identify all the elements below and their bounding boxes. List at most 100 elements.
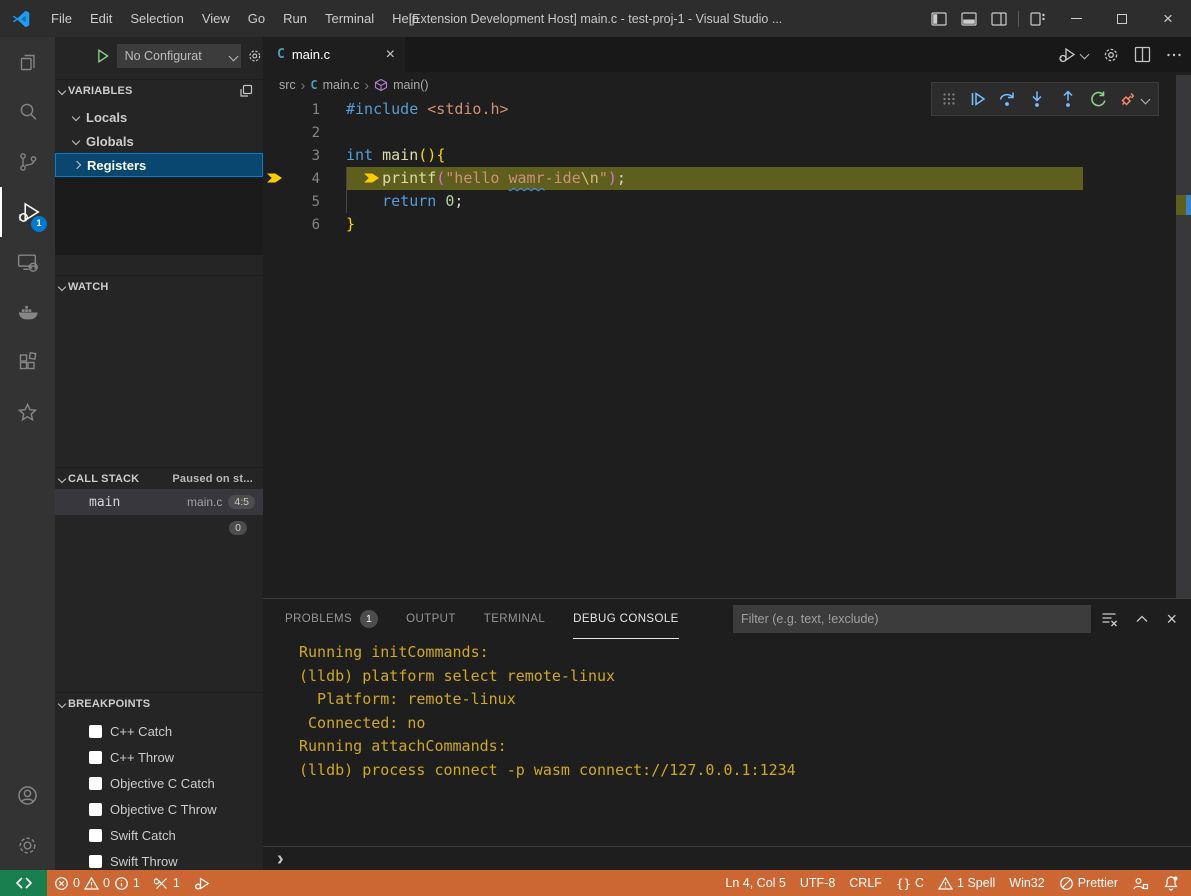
toggle-panel-icon[interactable] [954,0,984,37]
step-out-icon[interactable] [1058,89,1078,109]
launch-settings-gear-icon[interactable] [247,48,263,64]
glyph-margin[interactable] [263,190,287,213]
menu-go[interactable]: Go [239,0,274,37]
menu-selection[interactable]: Selection [121,0,192,37]
split-editor-icon[interactable] [1134,46,1151,63]
call-stack-section-header[interactable]: CALL STACK Paused on st... [55,467,263,489]
editor-scrollbar[interactable] [1176,75,1191,598]
glyph-margin[interactable] [263,144,287,167]
docker-icon[interactable] [0,287,55,337]
breakpoint-checkbox[interactable] [89,803,102,816]
platform-status[interactable]: Win32 [1002,870,1051,896]
code-line-3[interactable]: 3int main(){ [263,144,1176,167]
wamr-ide-star-icon[interactable] [0,387,55,437]
encoding-status[interactable]: UTF-8 [793,870,842,896]
code-line-5[interactable]: 5 return 0; [263,190,1176,213]
breakpoint-checkbox[interactable] [89,777,102,790]
tab-main-c[interactable]: C main.c × [263,37,405,72]
maximize-panel-icon[interactable] [1134,611,1150,627]
variables-section-header[interactable]: VARIABLES [55,79,263,101]
close-button[interactable]: × [1145,0,1191,37]
run-or-debug-button[interactable] [1058,46,1088,64]
account-icon[interactable] [0,770,55,820]
breakpoint-item[interactable]: Objective C Throw [55,796,263,822]
debug-console-output[interactable]: Running initCommands:(lldb) platform sel… [299,641,796,782]
breakpoint-item[interactable]: Swift Catch [55,822,263,848]
toggle-secondary-sidebar-icon[interactable] [984,0,1014,37]
menu-view[interactable]: View [193,0,239,37]
editor-settings-gear-icon[interactable] [1102,46,1120,64]
console-filter-input[interactable] [733,605,1091,633]
variable-scope-globals[interactable]: Globals [55,129,263,153]
language-mode-status[interactable]: {} C [889,870,931,896]
source-control-icon[interactable] [0,137,55,187]
menu-help[interactable]: Help [383,0,428,37]
panel-tab-debug-console[interactable]: DEBUG CONSOLE [573,600,679,639]
session-row[interactable]: 0 [55,515,263,541]
glyph-margin[interactable] [263,167,287,190]
line-content[interactable]: } [346,213,355,236]
code-line-6[interactable]: 6} [263,213,1176,236]
more-actions-icon[interactable] [1165,46,1183,64]
step-over-icon[interactable] [997,89,1017,109]
panel-tab-terminal[interactable]: TERMINAL [484,600,545,639]
eol-status[interactable]: CRLF [842,870,889,896]
tab-close-icon[interactable]: × [386,46,395,64]
menu-edit[interactable]: Edit [81,0,121,37]
breadcrumb-folder[interactable]: src [279,78,296,92]
stack-frame-row[interactable]: main main.c 4:5 [55,489,263,515]
breakpoint-checkbox[interactable] [89,855,102,868]
line-content[interactable]: int main(){ [346,144,445,167]
panel-tab-output[interactable]: OUTPUT [406,600,456,639]
spell-checker-status[interactable]: 1 Spell [931,870,1002,896]
breakpoint-checkbox[interactable] [89,751,102,764]
extensions-icon[interactable] [0,337,55,387]
notifications-bell-icon[interactable] [1156,870,1191,896]
clear-console-icon[interactable] [1100,610,1118,628]
watch-section-header[interactable]: WATCH [55,275,263,297]
glyph-margin[interactable] [263,213,287,236]
breadcrumb-file[interactable]: main.c [323,78,360,92]
line-content[interactable]: return 0; [346,190,463,213]
breakpoints-section-header[interactable]: BREAKPOINTS [55,692,263,714]
variable-scope-locals[interactable]: Locals [55,105,263,129]
problems-status[interactable]: 0 0 1 [47,870,147,896]
line-content[interactable]: printf("hello wamr-ide\n"); [346,167,1083,190]
code-lines[interactable]: 1#include <stdio.h>23int main(){4 printf… [263,98,1176,236]
debug-configuration-dropdown[interactable]: No Configurat [117,44,242,68]
restart-icon[interactable] [1088,89,1108,109]
settings-gear-icon[interactable] [0,820,55,870]
breakpoint-item[interactable]: C++ Throw [55,744,263,770]
step-into-icon[interactable] [1027,89,1047,109]
feedback-icon[interactable] [1125,870,1156,896]
formatter-status[interactable]: Prettier [1052,870,1125,896]
menu-run[interactable]: Run [274,0,316,37]
run-and-debug-icon[interactable]: 1 [0,187,55,237]
remote-explorer-icon[interactable] [0,237,55,287]
breakpoint-item[interactable]: Objective C Catch [55,770,263,796]
search-icon[interactable] [0,87,55,137]
copy-value-icon[interactable] [239,84,253,98]
continue-icon[interactable] [967,89,987,109]
breadcrumb-symbol[interactable]: main() [393,78,428,92]
cursor-position-status[interactable]: Ln 4, Col 5 [718,870,792,896]
menu-file[interactable]: File [42,0,81,37]
debug-session-status-icon[interactable] [187,870,218,896]
breakpoint-checkbox[interactable] [89,725,102,738]
debug-repl-input[interactable]: › [263,846,1191,870]
variable-scope-registers[interactable]: Registers [55,153,263,177]
disconnect-icon[interactable] [1118,89,1149,109]
explorer-icon[interactable] [0,37,55,87]
toggle-sidebar-icon[interactable] [924,0,954,37]
minimize-button[interactable] [1053,0,1099,37]
remote-indicator[interactable] [0,870,47,896]
panel-tab-problems[interactable]: PROBLEMS1 [285,600,378,639]
glyph-margin[interactable] [263,121,287,144]
breakpoint-item[interactable]: C++ Catch [55,718,263,744]
close-panel-icon[interactable]: × [1166,609,1177,630]
line-content[interactable]: #include <stdio.h> [346,98,509,121]
glyph-margin[interactable] [263,98,287,121]
tools-status[interactable]: 1 [147,870,187,896]
start-debug-icon[interactable] [95,48,111,64]
breakpoint-checkbox[interactable] [89,829,102,842]
